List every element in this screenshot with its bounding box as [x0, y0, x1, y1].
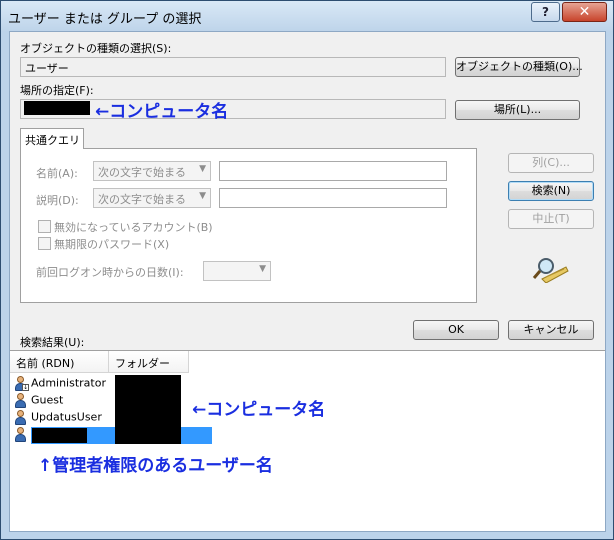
- object-type-field: ユーザー: [20, 57, 446, 77]
- admin-name-redaction: [32, 428, 87, 443]
- dialog-window: ユーザー または グループ の選択 ? ✕ オブジェクトの種類の選択(S): ユ…: [0, 0, 614, 540]
- name-mode-value: 次の文字で始まる: [98, 166, 186, 179]
- columns-button[interactable]: 列(C)...: [508, 153, 594, 173]
- chevron-down-icon: ▼: [199, 191, 206, 201]
- result-row[interactable]: ↓ Administrator: [14, 376, 106, 393]
- user-icon: [14, 393, 28, 408]
- nonexpiring-password-label: 無期限のパスワード(X): [54, 238, 170, 251]
- days-since-logon-select[interactable]: ▼: [203, 261, 271, 281]
- result-row[interactable]: UpdatusUser: [14, 410, 102, 427]
- location-label: 場所の指定(F):: [20, 84, 94, 97]
- location-annotation: ←コンピュータ名: [95, 102, 229, 122]
- result-name: Guest: [31, 393, 64, 407]
- name-label: 名前(A):: [36, 167, 78, 180]
- column-header-folder[interactable]: フォルダー: [109, 351, 189, 373]
- result-row-selected[interactable]: [14, 427, 31, 444]
- result-name: Administrator: [31, 376, 106, 390]
- nonexpiring-password-checkbox[interactable]: [38, 237, 51, 250]
- description-mode-value: 次の文字で始まる: [98, 193, 186, 206]
- folder-redaction: [115, 375, 181, 444]
- object-type-label: オブジェクトの種類の選択(S):: [20, 42, 172, 55]
- days-since-logon-label: 前回ログオン時からの日数(I):: [36, 266, 184, 279]
- user-icon: [14, 410, 28, 425]
- locations-button[interactable]: 場所(L)...: [455, 100, 580, 120]
- admin-user-icon: ↓: [14, 376, 29, 391]
- tab-common-queries[interactable]: 共通クエリ: [20, 128, 84, 149]
- stop-button[interactable]: 中止(T): [508, 209, 594, 229]
- cancel-button[interactable]: キャンセル: [508, 320, 594, 340]
- title-bar[interactable]: ユーザー または グループ の選択 ? ✕: [1, 1, 613, 31]
- disabled-accounts-checkbox[interactable]: [38, 220, 51, 233]
- dialog-body: オブジェクトの種類の選択(S): ユーザー オブジェクトの種類(O)... 場所…: [9, 31, 606, 532]
- object-types-button[interactable]: オブジェクトの種類(O)...: [455, 57, 583, 77]
- common-queries-panel: 名前(A): 次の文字で始まる ▼ 説明(D): 次の文字で始まる ▼ 無効にな…: [20, 148, 477, 303]
- result-row[interactable]: Guest: [14, 393, 63, 410]
- search-button[interactable]: 検索(N): [508, 181, 594, 201]
- result-name: UpdatusUser: [31, 410, 102, 424]
- chevron-down-icon: ▼: [199, 164, 206, 174]
- column-header-name[interactable]: 名前 (RDN): [10, 351, 109, 373]
- user-icon: [14, 427, 28, 442]
- description-input[interactable]: [219, 188, 447, 208]
- search-results-label: 検索結果(U):: [20, 336, 85, 349]
- description-mode-select[interactable]: 次の文字で始まる ▼: [93, 188, 211, 208]
- search-results-list[interactable]: 名前 (RDN) フォルダー ↓ Administrator Guest Upda…: [10, 350, 605, 531]
- name-mode-select[interactable]: 次の文字で始まる ▼: [93, 161, 211, 181]
- name-input[interactable]: [219, 161, 447, 181]
- chevron-down-icon: ▼: [259, 264, 266, 274]
- computer-name-annotation: ←コンピュータ名: [192, 400, 326, 420]
- description-label: 説明(D):: [36, 194, 79, 207]
- admin-user-annotation: ↑管理者権限のあるユーザー名: [38, 456, 273, 476]
- search-magnifier-icon: [532, 258, 569, 283]
- disabled-accounts-label: 無効になっているアカウント(B): [54, 221, 213, 234]
- window-title: ユーザー または グループ の選択: [8, 12, 202, 27]
- close-button[interactable]: ✕: [562, 2, 607, 22]
- help-button[interactable]: ?: [531, 2, 560, 22]
- ok-button[interactable]: OK: [413, 320, 499, 340]
- location-redaction: [24, 101, 90, 115]
